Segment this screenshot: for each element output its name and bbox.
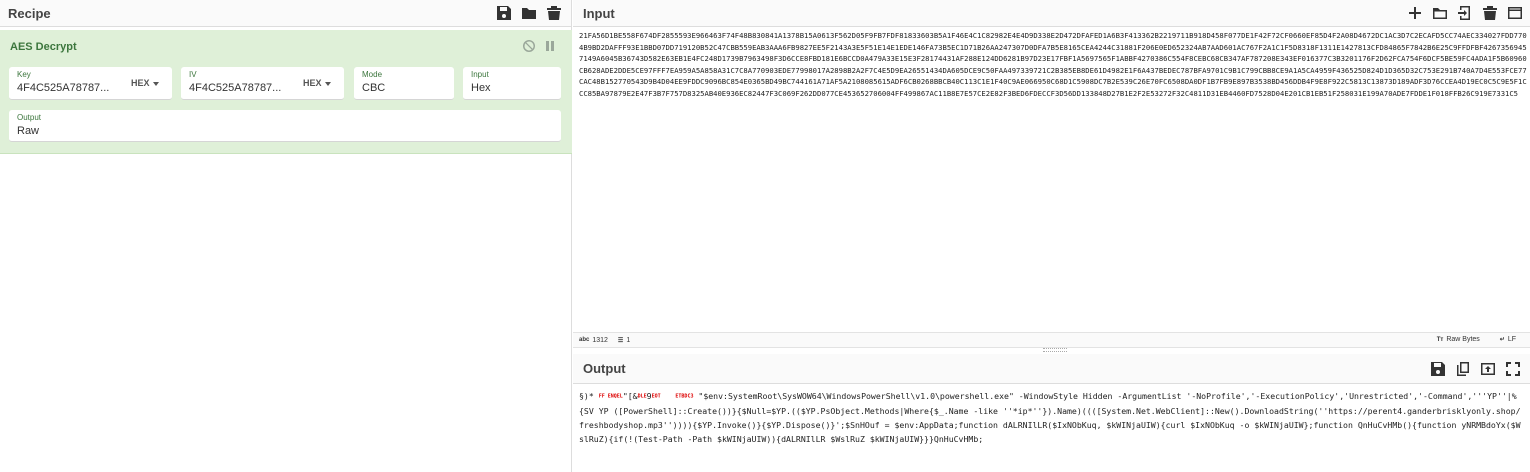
- aes-decrypt-operation[interactable]: AES Decrypt Key 4F4C525A78787... HEX IV …: [0, 30, 572, 154]
- add-input-plus-icon[interactable]: [1405, 4, 1424, 23]
- load-recipe-folder-icon[interactable]: [519, 4, 538, 23]
- operation-title: AES Decrypt: [10, 41, 77, 53]
- output-title: Output: [583, 361, 626, 376]
- open-file-icon[interactable]: [1455, 4, 1474, 23]
- input-format-select[interactable]: Hex: [471, 82, 491, 94]
- pause-breakpoint-icon[interactable]: [543, 39, 557, 53]
- output-format-label: Output: [17, 113, 42, 122]
- clear-input-trash-icon[interactable]: [1480, 4, 1499, 23]
- clear-recipe-trash-icon[interactable]: [544, 4, 563, 23]
- input-header: Input: [573, 0, 1530, 27]
- lines-value: 1: [626, 336, 631, 344]
- length-value: 1312: [592, 336, 608, 344]
- iv-field[interactable]: IV 4F4C525A78787... HEX: [181, 67, 344, 100]
- raw-bytes-label: Raw Bytes: [1446, 336, 1480, 343]
- control-char-ff: FF ENQEL: [598, 393, 623, 400]
- key-label: Key: [17, 70, 31, 79]
- input-format-field[interactable]: Input Hex: [463, 67, 561, 100]
- pane-resize-handle[interactable]: [1043, 348, 1067, 352]
- iv-label: IV: [189, 70, 197, 79]
- save-recipe-icon[interactable]: [494, 4, 513, 23]
- lines-stat: ☰ 1: [618, 337, 630, 344]
- eol-label: LF: [1507, 336, 1516, 343]
- disable-operation-icon[interactable]: [522, 39, 536, 53]
- output-format-field[interactable]: Output Raw: [9, 110, 561, 142]
- input-title: Input: [583, 5, 615, 21]
- control-char-dle: DLE: [637, 393, 647, 400]
- replace-input-icon[interactable]: [1478, 359, 1497, 378]
- raw-bytes-toggle[interactable]: Tт Raw Bytes: [1437, 336, 1480, 343]
- output-prefix: §)*: [579, 391, 599, 401]
- length-icon: abc: [579, 337, 590, 343]
- output-format-select[interactable]: Raw: [17, 125, 39, 137]
- iv-input[interactable]: 4F4C525A78787...: [189, 82, 294, 94]
- open-folder-icon[interactable]: [1430, 4, 1449, 23]
- lines-icon: ☰: [617, 337, 624, 344]
- reset-layout-icon[interactable]: [1505, 4, 1524, 23]
- length-stat: abc 1312: [579, 337, 608, 344]
- iv-encoding-dropdown[interactable]: HEX: [303, 78, 331, 88]
- control-char-eot: EOT: [651, 393, 661, 400]
- input-status-bar: abc 1312 ☰ 1 Tт Raw Bytes ↵ LF: [573, 332, 1530, 348]
- eol-toggle[interactable]: ↵ LF: [1500, 336, 1516, 343]
- control-char-etb: ETBDC3: [675, 393, 694, 400]
- key-encoding-dropdown[interactable]: HEX: [131, 78, 159, 88]
- recipe-pane: Recipe AES Decrypt Key 4F4C525A78787... …: [0, 0, 572, 472]
- key-field[interactable]: Key 4F4C525A78787... HEX: [9, 67, 172, 100]
- input-textarea[interactable]: 21FA56D1BE558F674DF2855593E966463F74F48B…: [579, 30, 1527, 99]
- mode-label: Mode: [362, 70, 383, 79]
- input-format-label: Input: [471, 70, 489, 79]
- recipe-header: Recipe: [0, 0, 571, 27]
- maximise-output-icon[interactable]: [1503, 359, 1522, 378]
- output-fragment-1: "[&: [622, 391, 638, 401]
- recipe-title: Recipe: [8, 5, 51, 21]
- text-format-icon: Tт: [1436, 336, 1444, 343]
- save-output-icon[interactable]: [1428, 359, 1447, 378]
- output-body: "$env:SystemRoot\SysWOW64\WindowsPowerSh…: [579, 391, 1521, 445]
- output-header: Output: [573, 354, 1530, 384]
- mode-select[interactable]: CBC: [362, 82, 385, 94]
- key-input[interactable]: 4F4C525A78787...: [17, 82, 129, 94]
- io-pane: Input 21FA56D1BE558F674DF2855593E966463F…: [573, 0, 1530, 472]
- copy-output-icon[interactable]: [1453, 359, 1472, 378]
- mode-field[interactable]: Mode CBC: [354, 67, 454, 100]
- return-arrow-icon: ↵: [1499, 337, 1505, 343]
- output-textarea[interactable]: §)* FF ENQEL"[&DLE9EOT ETBDC3 "$env:Syst…: [579, 389, 1524, 447]
